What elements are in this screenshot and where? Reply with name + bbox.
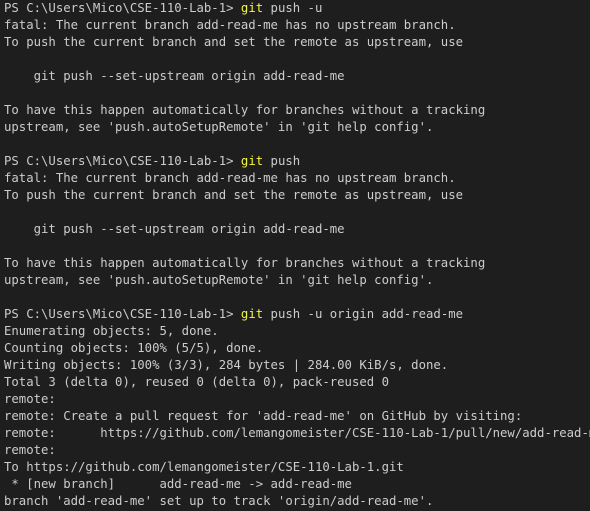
output-line: git push --set-upstream origin add-read-… bbox=[4, 69, 345, 83]
output-line: branch 'add-read-me' set up to track 'or… bbox=[4, 494, 434, 508]
output-line: Counting objects: 100% (5/5), done. bbox=[4, 341, 264, 355]
command-args: push bbox=[263, 154, 301, 168]
command-name: git bbox=[240, 154, 264, 168]
command-name: git bbox=[240, 307, 264, 321]
output-line: remote: https://github.com/lemangomeiste… bbox=[4, 426, 590, 440]
command-args: push -u bbox=[263, 1, 323, 15]
output-line: Enumerating objects: 5, done. bbox=[4, 324, 219, 338]
prompt-line: PS C:\Users\Mico\CSE-110-Lab-1> git push bbox=[4, 153, 590, 170]
prompt-line: PS C:\Users\Mico\CSE-110-Lab-1> git push… bbox=[4, 306, 590, 323]
output-line: Writing objects: 100% (3/3), 284 bytes |… bbox=[4, 358, 449, 372]
output-line: To have this happen automatically for br… bbox=[4, 103, 486, 117]
output-line: fatal: The current branch add-read-me ha… bbox=[4, 18, 456, 32]
prompt-path: PS C:\Users\Mico\CSE-110-Lab-1> bbox=[4, 154, 241, 168]
terminal-output[interactable]: PS C:\Users\Mico\CSE-110-Lab-1> git push… bbox=[0, 0, 590, 511]
command-name: git bbox=[240, 1, 264, 15]
output-line: To https://github.com/lemangomeister/CSE… bbox=[4, 460, 404, 474]
prompt-path: PS C:\Users\Mico\CSE-110-Lab-1> bbox=[4, 307, 241, 321]
terminal-lines: PS C:\Users\Mico\CSE-110-Lab-1> git push… bbox=[4, 0, 590, 510]
output-line: To push the current branch and set the r… bbox=[4, 188, 464, 202]
output-line: To push the current branch and set the r… bbox=[4, 35, 464, 49]
output-line: remote: Create a pull request for 'add-r… bbox=[4, 409, 523, 423]
output-line: upstream, see 'push.autoSetupRemote' in … bbox=[4, 273, 434, 287]
output-line: remote: bbox=[4, 392, 56, 406]
output-line: * [new branch] add-read-me -> add-read-m… bbox=[4, 477, 352, 491]
output-line: git push --set-upstream origin add-read-… bbox=[4, 222, 345, 236]
output-line: Total 3 (delta 0), reused 0 (delta 0), p… bbox=[4, 375, 389, 389]
output-line: upstream, see 'push.autoSetupRemote' in … bbox=[4, 120, 434, 134]
prompt-line: PS C:\Users\Mico\CSE-110-Lab-1> git push… bbox=[4, 0, 590, 17]
output-line: remote: bbox=[4, 443, 56, 457]
output-line: To have this happen automatically for br… bbox=[4, 256, 486, 270]
command-args: push -u origin add-read-me bbox=[263, 307, 464, 321]
output-line: fatal: The current branch add-read-me ha… bbox=[4, 171, 456, 185]
prompt-path: PS C:\Users\Mico\CSE-110-Lab-1> bbox=[4, 1, 241, 15]
